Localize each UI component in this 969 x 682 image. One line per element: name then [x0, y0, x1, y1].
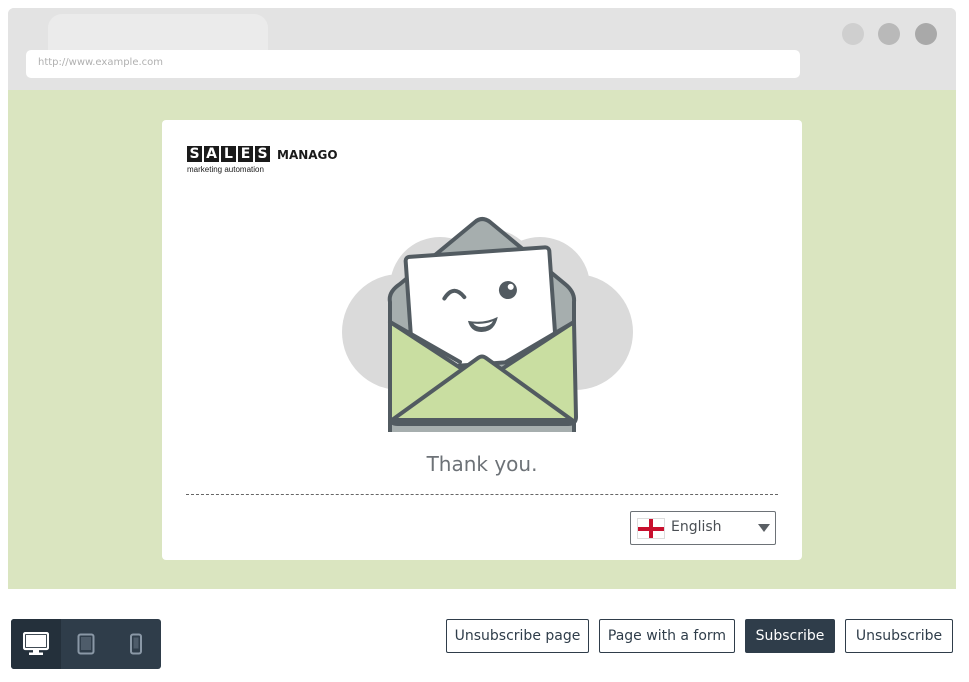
tablet-view-button[interactable]: [61, 619, 111, 669]
thank-you-card: S A L E S MANAGO marketing automation Th…: [162, 120, 802, 560]
tablet-icon: [77, 633, 95, 655]
desktop-icon: [23, 632, 49, 655]
logo-letter: A: [204, 146, 219, 162]
unsubscribe-button[interactable]: Unsubscribe: [845, 619, 953, 653]
page-with-form-button[interactable]: Page with a form: [599, 619, 735, 653]
address-url: http://www.example.com: [38, 57, 164, 68]
salesmanago-logo: S A L E S MANAGO marketing automation: [187, 146, 338, 174]
winking-envelope-icon: [342, 217, 633, 432]
logo-letter: S: [255, 146, 270, 162]
window-dot-close[interactable]: [915, 23, 937, 45]
logo-letter: E: [238, 146, 253, 162]
logo-word: MANAGO: [277, 148, 338, 162]
browser-chrome: http://www.example.com: [8, 8, 956, 90]
unsubscribe-page-button[interactable]: Unsubscribe page: [446, 619, 589, 653]
subscribe-button[interactable]: Subscribe: [745, 619, 835, 653]
mobile-icon: [130, 633, 142, 655]
language-select[interactable]: English: [630, 511, 776, 545]
england-flag-icon: [637, 518, 665, 539]
desktop-view-button[interactable]: [11, 619, 61, 669]
chevron-down-icon: [758, 524, 770, 532]
logo-letter: S: [187, 146, 202, 162]
logo-tagline: marketing automation: [187, 165, 264, 174]
window-dot-maximize[interactable]: [878, 23, 900, 45]
device-switcher: [11, 619, 161, 669]
browser-window: http://www.example.com S A L E S MANAGO …: [8, 8, 956, 589]
logo-letter: L: [221, 146, 236, 162]
language-selected: English: [671, 519, 722, 535]
address-bar[interactable]: http://www.example.com: [26, 50, 800, 78]
page-viewport: S A L E S MANAGO marketing automation Th…: [8, 90, 956, 589]
mobile-view-button[interactable]: [111, 619, 161, 669]
thank-you-message: Thank you.: [426, 452, 538, 476]
divider: [186, 494, 778, 495]
window-dot-minimize[interactable]: [842, 23, 864, 45]
